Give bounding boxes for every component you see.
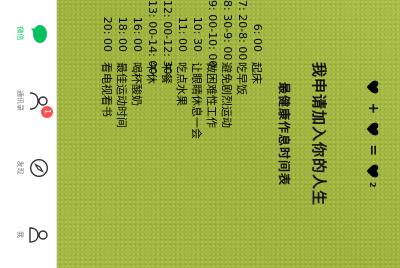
schedule-row: 7: 20-8: 00 吃早饭 <box>235 0 250 268</box>
person-icon <box>28 224 50 246</box>
schedule-activity: 起床 <box>250 62 264 84</box>
exponent: 2 <box>368 181 378 188</box>
headline: 我申请加入你的人生 <box>310 61 328 206</box>
equals-sign: = <box>365 144 381 156</box>
schedule-time: 20: 00 <box>101 16 114 52</box>
tab-label: 我 <box>16 231 24 238</box>
bottom-tab-bar: 微信 1 通讯录 发现 我 <box>0 0 57 268</box>
schedule-time: 8: 30-9: 00 <box>221 0 234 61</box>
schedule-time: 11: 00 <box>176 16 189 52</box>
schedule-row: 20: 00 看电视看书 <box>100 0 115 268</box>
tab-label: 发现 <box>16 160 24 175</box>
schedule-time: 16: 00 <box>131 16 144 52</box>
schedule-activity: 做困难性工作 <box>205 62 219 128</box>
tab-discover[interactable]: 发现 <box>15 142 50 194</box>
compass-icon <box>28 157 50 179</box>
schedule-activity: 让眼睛休息一会 <box>190 62 204 139</box>
schedule-time: 9: 00-10: 00 <box>206 0 219 68</box>
schedule-time: 7: 20-8: 00 <box>236 0 249 61</box>
schedule-row: 16: 00 喝杯酸奶 <box>130 0 145 268</box>
heart-icon <box>367 81 379 94</box>
schedule-activity: 避免剧烈运动 <box>220 62 234 128</box>
unread-badge: 1 <box>41 105 53 118</box>
schedule-time: 13: 00-14: 00 <box>146 0 159 75</box>
schedule-row: 9: 00-10: 00 做困难性工作 <box>205 0 220 268</box>
schedule-row: 12: 00-12: 30 午餐 <box>160 0 175 268</box>
schedule-row: 8: 30-9: 00 避免剧烈运动 <box>220 0 235 268</box>
schedule-activity: 吃早饭 <box>235 62 249 95</box>
schedule-row: 6: 00 起床 <box>250 0 265 268</box>
tab-me[interactable]: 我 <box>15 209 50 261</box>
tab-label: 通讯录 <box>16 90 24 111</box>
tab-label: 微信 <box>16 26 24 41</box>
chat-bubble-icon <box>28 23 50 45</box>
landscape-viewport: + = 2 我申请加入你的人生 最健康作息时间表 6: 00 起床 7: 20-8… <box>0 0 400 268</box>
schedule-activity: 吃点水果 <box>175 62 189 106</box>
schedule-row: 18: 00 最佳运动时间 <box>115 0 130 268</box>
plus-sign: + <box>365 102 381 115</box>
tab-contacts[interactable]: 1 通讯录 <box>15 75 53 127</box>
wallpaper: + = 2 我申请加入你的人生 最健康作息时间表 6: 00 起床 7: 20-8… <box>57 0 400 268</box>
schedule-title: 最健康作息时间表 <box>277 81 291 186</box>
schedule-row: 11: 00 吃点水果 <box>175 0 190 268</box>
phone-screen: + = 2 我申请加入你的人生 最健康作息时间表 6: 00 起床 7: 20-8… <box>0 0 400 268</box>
heart-equation: + = 2 <box>356 0 390 268</box>
schedule-activity: 喝杯酸奶 <box>130 62 144 106</box>
rotated-phone-screen: + = 2 我申请加入你的人生 最健康作息时间表 6: 00 起床 7: 20-8… <box>0 0 400 268</box>
schedule-list: 6: 00 起床 7: 20-8: 00 吃早饭 8: 30-9: 00 避免剧烈运动… <box>100 0 265 268</box>
schedule-row: 10: 30 让眼睛休息一会 <box>190 0 205 268</box>
schedule-row: 13: 00-14: 00 午休 <box>145 0 160 268</box>
heart-icon <box>367 164 379 178</box>
contacts-icon: 1 <box>28 90 53 118</box>
schedule-activity: 看电视看书 <box>100 62 114 117</box>
tab-chats[interactable]: 微信 <box>15 8 50 60</box>
schedule-time: 18: 00 <box>116 16 129 52</box>
heart-icon <box>367 122 379 136</box>
schedule-activity: 午休 <box>145 62 159 84</box>
schedule-activity: 最佳运动时间 <box>115 62 129 128</box>
schedule-time: 6: 00 <box>251 23 264 52</box>
schedule-time: 10: 30 <box>191 16 204 52</box>
schedule-time: 12: 00-12: 30 <box>161 0 174 75</box>
schedule-activity: 午餐 <box>160 62 174 84</box>
